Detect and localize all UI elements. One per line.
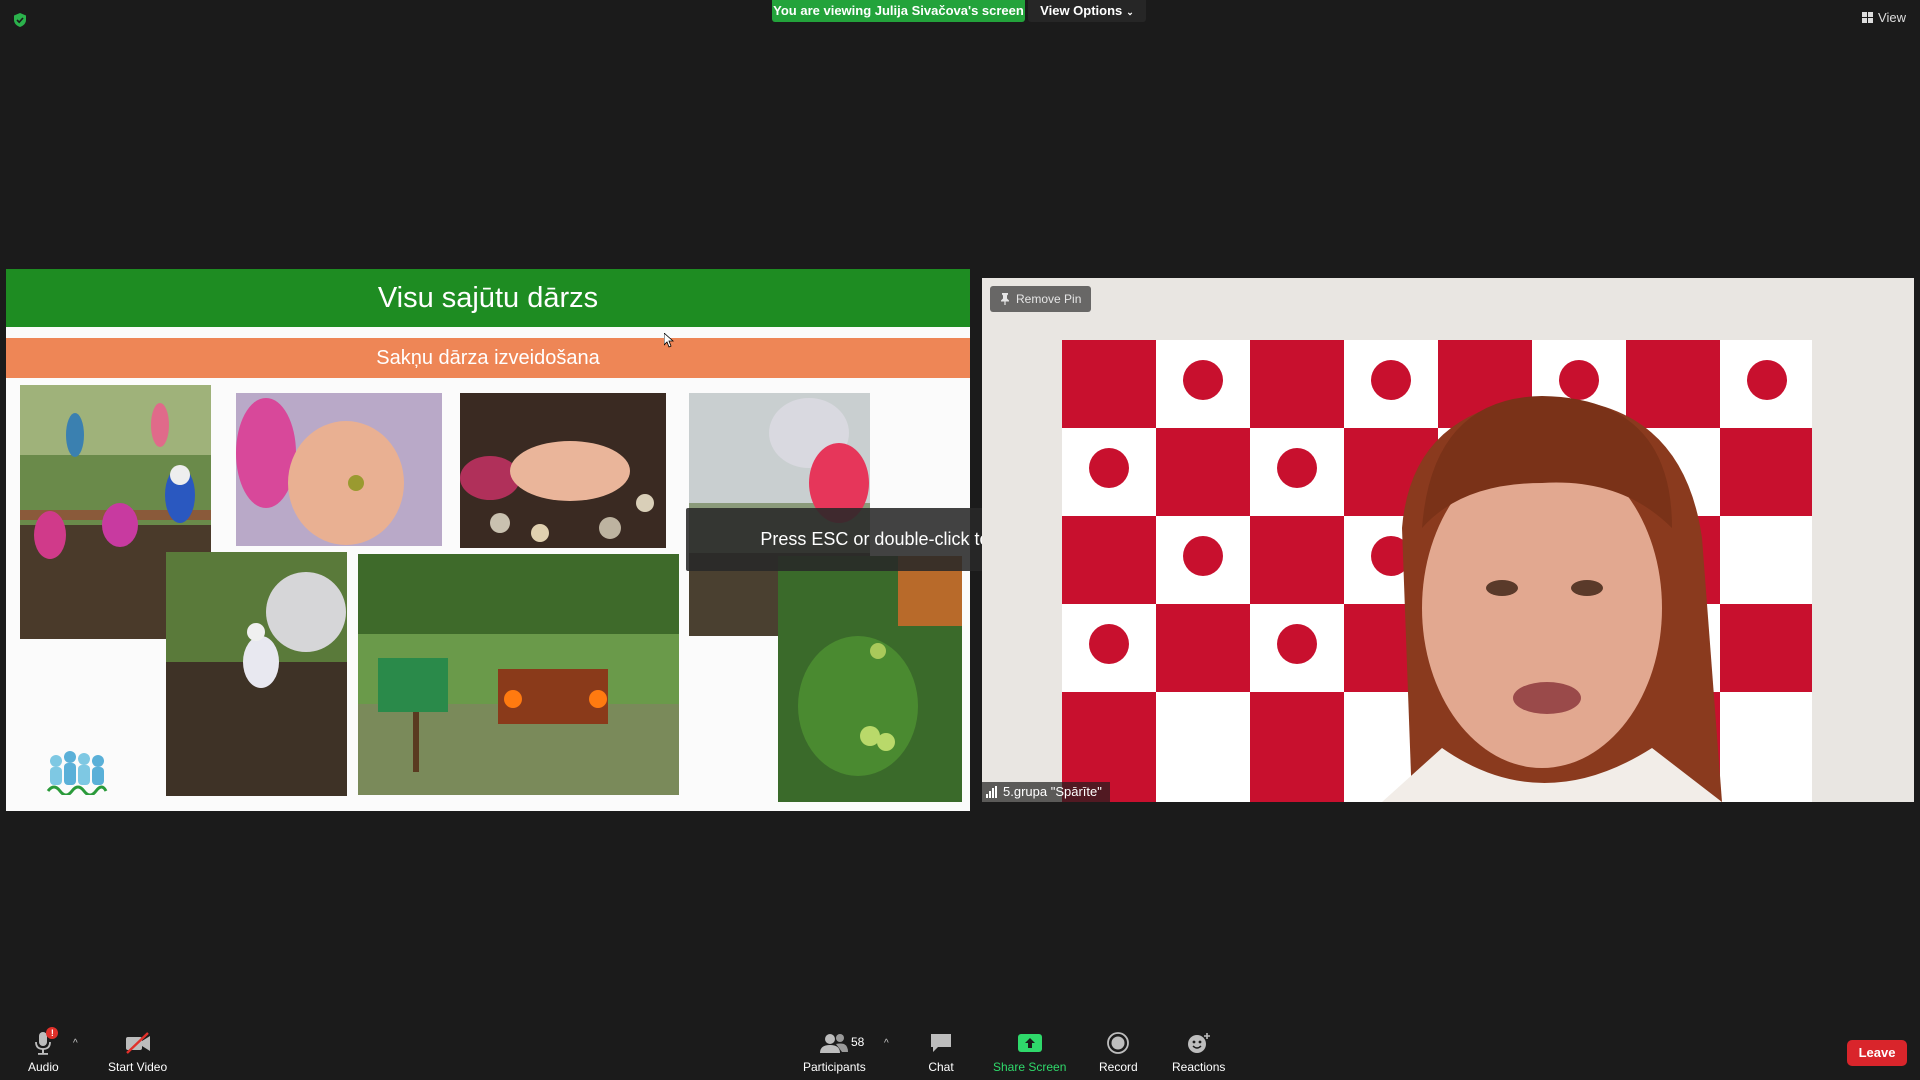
slide-title: Visu sajūtu dārzs — [6, 269, 970, 327]
record-button[interactable]: Record — [1099, 1030, 1138, 1074]
audio-button[interactable]: ! Audio — [28, 1027, 59, 1074]
pin-icon — [1001, 293, 1009, 305]
reactions-label: Reactions — [1172, 1060, 1226, 1074]
audio-label: Audio — [28, 1060, 59, 1074]
signal-icon — [986, 786, 997, 798]
reactions-icon — [1187, 1033, 1210, 1053]
caret-up-icon[interactable]: ^ — [73, 1038, 78, 1049]
remove-pin-button[interactable]: Remove Pin — [990, 286, 1092, 312]
share-screen-button[interactable]: Share Screen — [993, 1030, 1066, 1074]
meeting-toolbar: ! Audio ^ Start Video Participants 58 ^ … — [0, 1022, 1920, 1080]
audio-warning-badge: ! — [46, 1027, 59, 1039]
participant-name-tag: 5.grupa "Spārīte" — [982, 782, 1110, 802]
chat-button[interactable]: Chat — [927, 1030, 955, 1074]
chat-icon — [931, 1034, 951, 1052]
reactions-button[interactable]: Reactions — [1172, 1030, 1225, 1074]
participants-label: Participants — [803, 1060, 866, 1074]
view-options-label: View Options — [1040, 3, 1123, 18]
view-label: View — [1878, 10, 1906, 25]
slide-photo — [236, 393, 442, 546]
slide-subtitle: Sakņu dārza izveidošana — [6, 338, 970, 378]
slide-photo — [166, 552, 347, 796]
slide-photo — [460, 393, 666, 548]
shield-icon[interactable] — [12, 12, 28, 28]
leave-button[interactable]: Leave — [1847, 1040, 1907, 1066]
start-video-button[interactable]: Start Video — [108, 1030, 167, 1074]
grid-view-icon — [1862, 12, 1874, 23]
slide-photo — [778, 556, 962, 802]
slide-photo — [358, 554, 679, 795]
participants-icon — [820, 1034, 849, 1053]
view-button[interactable]: View — [1862, 10, 1906, 25]
share-screen-label: Share Screen — [993, 1060, 1067, 1074]
video-off-icon — [125, 1032, 150, 1054]
viewing-screen-banner: You are viewing Julija Sivačova's screen — [772, 0, 1025, 22]
remove-pin-label: Remove Pin — [1016, 292, 1082, 306]
view-options-button[interactable]: View Options ⌄ — [1028, 0, 1146, 22]
share-screen-icon — [1017, 1034, 1042, 1052]
record-icon — [1107, 1032, 1130, 1054]
participant-name: 5.grupa "Spārīte" — [1003, 784, 1102, 799]
participant-video[interactable] — [982, 278, 1914, 802]
zoom-meeting-window: You are viewing Julija Sivačova's screen… — [0, 0, 1920, 1080]
record-label: Record — [1099, 1060, 1138, 1074]
participants-count: 58 — [851, 1035, 865, 1049]
slide-logo-image — [46, 751, 108, 795]
caret-up-icon[interactable]: ^ — [884, 1038, 889, 1049]
start-video-label: Start Video — [108, 1060, 168, 1074]
chevron-down-icon: ⌄ — [1126, 7, 1134, 17]
mouse-cursor-icon — [664, 333, 674, 348]
chat-label: Chat — [928, 1060, 954, 1074]
